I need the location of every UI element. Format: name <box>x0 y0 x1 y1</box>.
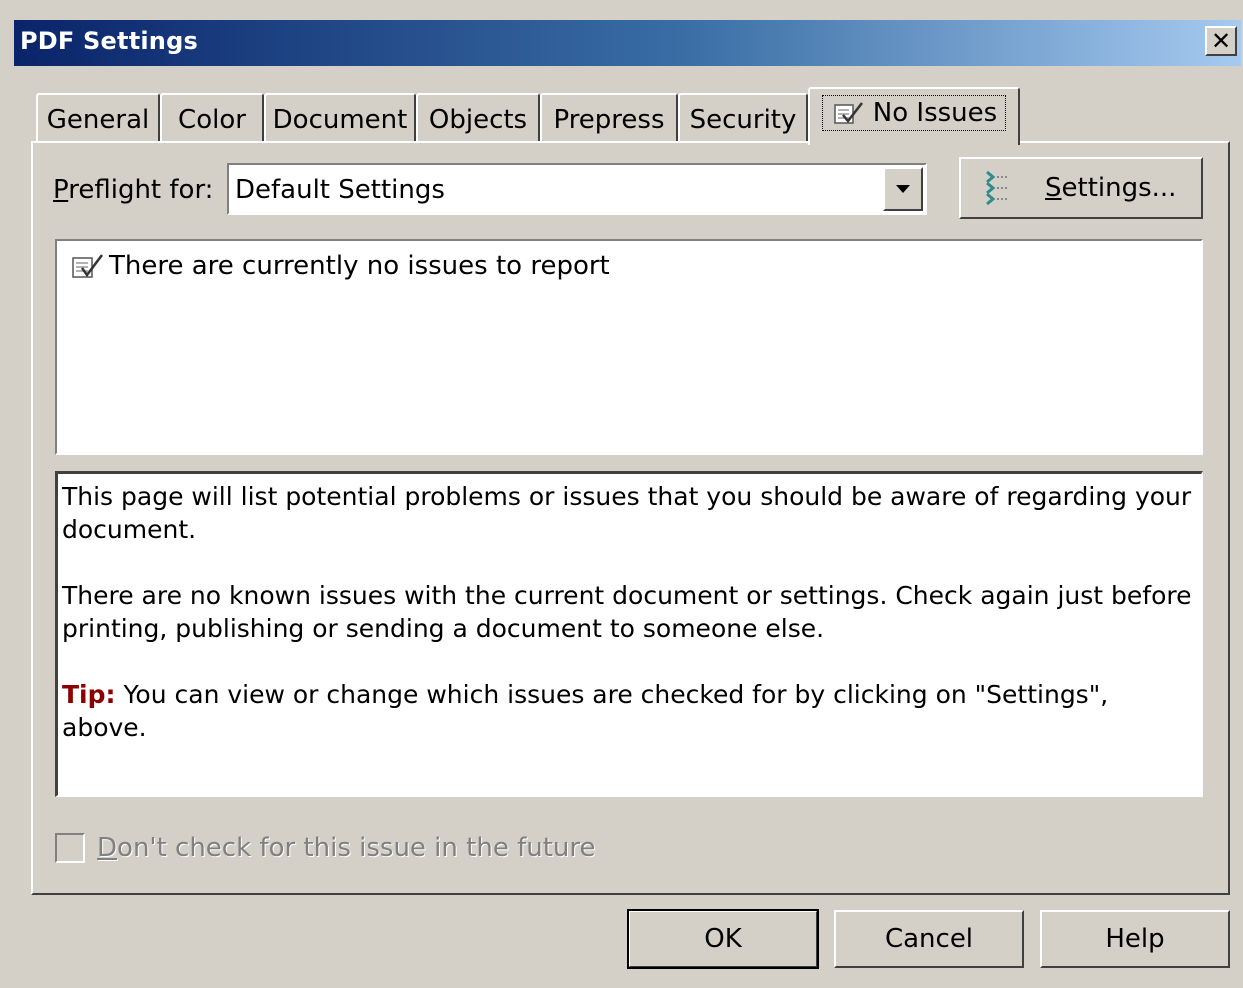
tip-paragraph: Tip: You can view or change which issues… <box>62 678 1197 744</box>
tab-security[interactable]: Security <box>678 93 808 143</box>
tab-prepress[interactable]: Prepress <box>540 93 678 143</box>
tab-objects[interactable]: Objects <box>416 93 540 143</box>
issue-text: There are currently no issues to report <box>109 251 610 281</box>
dont-check-label: Don't check for this issue in the future <box>97 833 596 863</box>
cancel-button[interactable]: Cancel <box>834 910 1024 968</box>
settings-button-label: Settings... <box>1045 173 1177 203</box>
tip-text: You can view or change which issues are … <box>62 680 1109 742</box>
description-paragraph: There are no known issues with the curre… <box>62 581 1192 643</box>
close-button[interactable]: ✕ <box>1205 26 1237 56</box>
checklist-icon <box>72 254 103 278</box>
preflight-select[interactable]: Default Settings <box>227 163 927 215</box>
pdf-settings-dialog: PDF Settings ✕ General Color Document Ob… <box>0 0 1243 988</box>
preflight-label: Preflight for: <box>53 175 214 205</box>
chevron-down-icon <box>896 185 910 193</box>
settings-list-icon <box>986 170 1009 206</box>
settings-button[interactable]: Settings... <box>959 157 1203 219</box>
checklist-icon <box>834 102 863 124</box>
ok-button[interactable]: OK <box>627 909 819 969</box>
tab-strip: General Color Document Objects Prepress … <box>36 87 1036 145</box>
dont-check-checkbox[interactable] <box>55 833 85 863</box>
title-bar[interactable]: PDF Settings ✕ <box>14 20 1241 66</box>
issues-list[interactable]: There are currently no issues to report <box>55 239 1203 455</box>
tab-general[interactable]: General <box>36 93 160 143</box>
tip-label: Tip: <box>62 680 116 709</box>
tab-document[interactable]: Document <box>264 93 416 143</box>
tab-color[interactable]: Color <box>160 93 264 143</box>
tab-panel-no-issues: Preflight for: Default Settings Settings… <box>31 141 1230 895</box>
help-button[interactable]: Help <box>1040 910 1230 968</box>
description-box: This page will list potential problems o… <box>55 471 1203 797</box>
close-icon: ✕ <box>1210 27 1232 55</box>
dont-check-option: Don't check for this issue in the future <box>55 833 596 863</box>
preflight-selected-value: Default Settings <box>235 175 445 205</box>
description-paragraph: This page will list potential problems o… <box>62 482 1192 544</box>
dropdown-button[interactable] <box>883 167 923 211</box>
window-title: PDF Settings <box>20 27 198 55</box>
tab-no-issues[interactable]: No Issues <box>808 87 1020 145</box>
list-item[interactable]: There are currently no issues to report <box>71 251 610 281</box>
